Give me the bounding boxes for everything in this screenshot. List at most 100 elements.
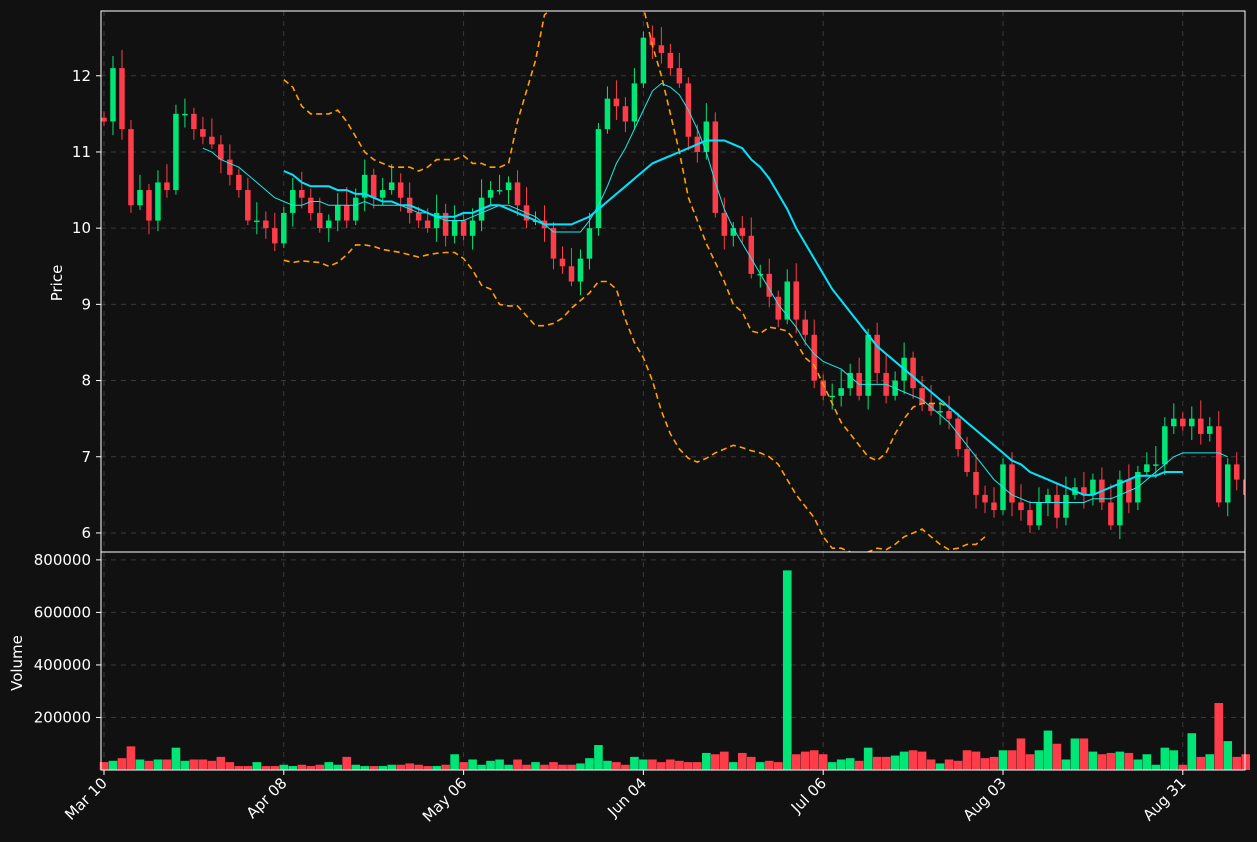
candle-body <box>326 220 332 229</box>
candle-body <box>1153 464 1159 466</box>
volume-bar <box>648 759 657 770</box>
volume-bar <box>234 766 244 770</box>
volume-bar <box>899 751 909 770</box>
volume-bar <box>495 759 504 770</box>
price-tick-label: 12 <box>72 67 91 85</box>
volume-bar <box>818 754 828 770</box>
volume-bar <box>1052 743 1062 770</box>
candle-body <box>1027 510 1033 526</box>
candle-body <box>838 388 844 396</box>
x-ticks: Mar 10 Apr 08 May 06 Jun 04 Jul 06 Aug 03 Aug … <box>61 770 1190 826</box>
volume-bar <box>180 760 190 770</box>
candle-body <box>811 334 817 381</box>
candle-body <box>721 212 728 236</box>
volume-bar <box>800 751 810 770</box>
volume-bar <box>369 766 378 770</box>
candle-body <box>667 52 674 69</box>
candle-body <box>1180 418 1186 427</box>
volume-bar <box>773 762 783 770</box>
volume-bar <box>630 756 639 770</box>
volume-bar <box>1115 751 1125 770</box>
volume-bar <box>396 764 405 770</box>
volume-bar <box>998 750 1008 770</box>
lower-band-line <box>283 244 986 552</box>
volume-bar <box>854 760 864 770</box>
volume-bar <box>1034 750 1044 770</box>
candle-body <box>182 113 188 116</box>
candle-body <box>173 113 179 191</box>
price-overlays <box>202 11 1228 552</box>
volume-bar <box>252 762 262 770</box>
candle-body <box>415 212 422 221</box>
candle-body <box>146 190 152 221</box>
volume-bar <box>450 754 459 770</box>
volume-bar <box>1232 756 1242 770</box>
volume-bar <box>845 758 855 770</box>
candle-body <box>334 205 341 221</box>
volume-bar <box>782 570 792 770</box>
candle-body <box>793 281 799 320</box>
candle-body <box>982 494 988 503</box>
candle-body <box>676 68 683 84</box>
candle-body <box>973 471 979 495</box>
candle-body <box>1242 479 1245 495</box>
volume-bar <box>621 764 630 770</box>
volume-bar <box>989 756 999 770</box>
candle-body <box>1233 464 1240 480</box>
candle-body <box>910 357 916 389</box>
volume-bar <box>189 759 199 770</box>
volume-bar <box>108 760 118 770</box>
volume-tick-label: 400000 <box>34 656 91 674</box>
candle-body <box>388 182 395 191</box>
volume-bar <box>1079 738 1089 770</box>
volume-bar <box>755 762 765 770</box>
candle-body <box>209 136 215 145</box>
candle-body <box>1144 464 1150 472</box>
volume-bar <box>1178 764 1188 770</box>
candle-body <box>1063 494 1069 518</box>
volume-bar <box>962 750 972 770</box>
candle-body <box>595 129 602 229</box>
candle-body <box>1225 464 1231 503</box>
volume-bar <box>342 756 352 770</box>
candle-body <box>991 502 997 511</box>
volume-bar <box>1223 741 1233 770</box>
candle-body <box>308 197 314 213</box>
candle-body <box>568 266 575 282</box>
candle-body <box>460 220 467 236</box>
candle-body <box>1090 479 1096 495</box>
volume-bar <box>126 746 136 770</box>
candle-body <box>514 182 521 206</box>
x-tick-label: Aug 31 <box>1139 774 1189 824</box>
volume-bar <box>737 752 747 770</box>
candle-body <box>946 411 952 419</box>
volume-bar <box>639 759 648 770</box>
candle-body <box>1171 418 1177 427</box>
candle-body <box>874 334 880 373</box>
price-candles <box>101 25 1245 540</box>
candle-body <box>227 159 233 175</box>
volume-bar <box>432 766 441 770</box>
price-y-ticks: 6 7 8 9 10 11 12 <box>72 67 101 542</box>
volume-bar <box>333 764 343 770</box>
volume-bar <box>1169 750 1179 770</box>
candle-body <box>1108 502 1114 526</box>
volume-gridlines <box>101 552 1245 770</box>
volume-bar <box>225 762 235 770</box>
candle-body <box>110 68 116 122</box>
candle-body <box>1054 494 1060 518</box>
x-tick-label: Jun 04 <box>603 774 650 821</box>
volume-bar <box>270 766 280 770</box>
candle-body <box>236 174 242 191</box>
candle-body <box>640 37 647 84</box>
volume-bar <box>405 763 414 770</box>
volume-bar <box>513 759 522 770</box>
volume-y-ticks: 200000 400000 600000 800000 <box>34 551 101 726</box>
volume-bar <box>836 759 846 770</box>
slow-moving-average-line <box>283 139 1183 496</box>
candle-body <box>245 190 251 221</box>
candle-body <box>343 205 350 221</box>
volume-bar <box>261 766 271 770</box>
volume-bar <box>153 759 163 770</box>
candle-body <box>299 190 305 198</box>
